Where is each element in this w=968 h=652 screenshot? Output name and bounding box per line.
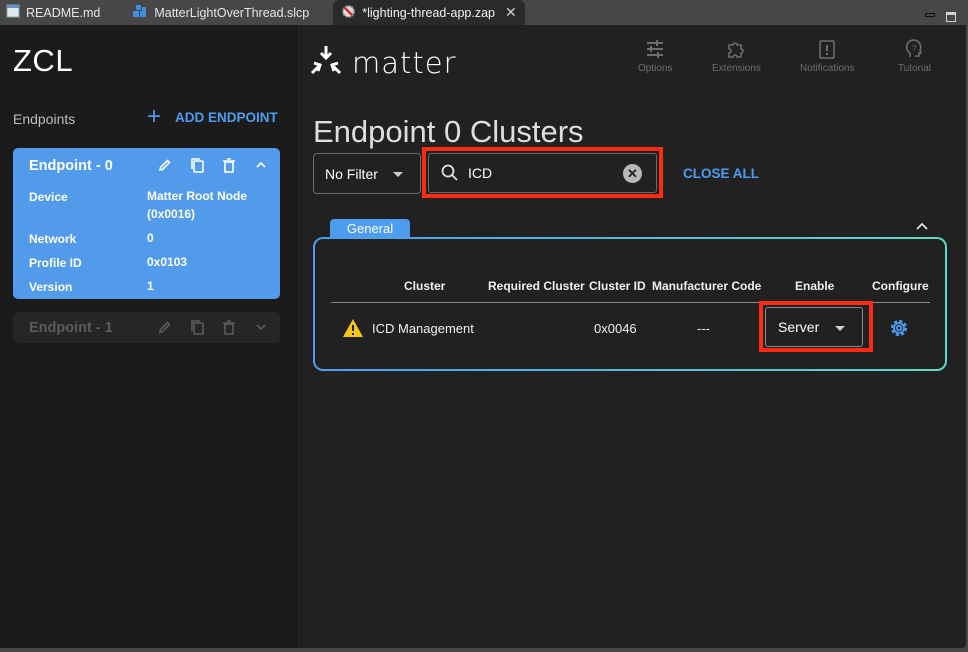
column-header-configure: Configure — [872, 279, 929, 293]
options-label: Options — [638, 63, 673, 74]
document-icon — [6, 4, 20, 21]
notifications-label: Notifications — [800, 63, 855, 74]
sidebar-title: ZCL — [13, 43, 74, 78]
copy-icon[interactable] — [188, 318, 206, 336]
cluster-search-field[interactable]: ✕ — [428, 153, 657, 193]
copy-icon[interactable] — [188, 156, 206, 174]
cluster-table-card: Cluster Required Cluster Cluster ID Manu… — [313, 237, 947, 371]
zap-app: ZCL Endpoints + ADD ENDPOINT Endpoint - … — [0, 25, 966, 648]
blocks-icon — [132, 4, 148, 21]
sliders-icon — [647, 40, 664, 58]
minimize-icon[interactable] — [925, 13, 935, 17]
device-label: Device — [29, 190, 68, 204]
column-header-cluster-id: Cluster ID — [589, 279, 646, 293]
profile-id-value: 0x0103 — [147, 255, 188, 269]
tab-label: MatterLightOverThread.slcp — [154, 5, 310, 20]
delete-icon[interactable] — [220, 156, 238, 174]
device-name: Matter Root Node — [147, 189, 247, 203]
enable-select[interactable]: Server — [765, 307, 863, 347]
help-head-icon: ? — [906, 39, 923, 57]
delete-icon[interactable] — [220, 318, 238, 336]
warning-icon — [342, 318, 364, 343]
cluster-name: ICD Management — [372, 321, 474, 336]
svg-text:?: ? — [912, 44, 917, 53]
tab-slcp[interactable]: MatterLightOverThread.slcp — [126, 0, 321, 25]
tutorial-label: Tutorial — [898, 63, 931, 74]
filter-value: No Filter — [325, 165, 378, 182]
profile-id-label: Profile ID — [29, 256, 82, 270]
extensions-button[interactable]: Extensions — [712, 39, 761, 74]
tutorial-button[interactable]: ? Tutorial — [898, 39, 931, 74]
tab-readme[interactable]: README.md — [0, 0, 112, 25]
column-header-manufacturer: Manufacturer Code — [652, 279, 762, 293]
page-title: Endpoint 0 Clusters — [313, 114, 584, 149]
endpoint-card-0[interactable]: Endpoint - 0 Device Matter Root Node (0x… — [13, 148, 280, 299]
editor-tab-bar: README.md MatterLightOverThread.slcp *li… — [0, 0, 968, 25]
configure-gear-icon[interactable] — [888, 317, 910, 344]
expand-chevron-icon[interactable] — [252, 318, 270, 336]
add-endpoint-label: ADD ENDPOINT — [175, 109, 278, 125]
enable-value: Server — [778, 319, 820, 335]
matter-logo-text: matter — [352, 45, 457, 80]
collapse-chevron-icon[interactable] — [252, 156, 270, 174]
search-input[interactable] — [468, 165, 608, 181]
clear-search-icon[interactable]: ✕ — [623, 164, 642, 183]
endpoints-label: Endpoints — [13, 111, 76, 127]
options-button[interactable]: Options — [638, 39, 672, 74]
matter-logo-icon — [310, 45, 342, 80]
zap-gear-icon — [341, 4, 356, 22]
version-label: Version — [29, 280, 73, 294]
cluster-filter-select[interactable]: No Filter — [313, 153, 421, 194]
maximize-icon[interactable] — [946, 12, 956, 22]
tab-label: README.md — [26, 5, 101, 20]
add-endpoint-button[interactable]: + ADD ENDPOINT — [147, 103, 278, 130]
extensions-label: Extensions — [712, 63, 761, 74]
device-value: Matter Root Node (0x0016) — [147, 187, 247, 223]
collapse-group-icon[interactable] — [915, 218, 929, 236]
network-label: Network — [29, 232, 77, 246]
device-code: (0x0016) — [147, 207, 196, 221]
column-header-enable: Enable — [795, 279, 835, 293]
notifications-button[interactable]: Notifications — [800, 39, 854, 74]
manufacturer-code: --- — [697, 321, 710, 336]
edit-icon[interactable] — [156, 156, 174, 174]
tab-zap[interactable]: *lighting-thread-app.zap ✕ — [333, 0, 525, 25]
close-all-button[interactable]: CLOSE ALL — [683, 166, 759, 181]
endpoint-title: Endpoint - 1 — [29, 320, 113, 336]
alert-clipboard-icon — [819, 40, 836, 59]
dropdown-caret-icon — [835, 326, 845, 331]
plus-icon: + — [147, 103, 162, 130]
puzzle-icon — [728, 42, 745, 58]
endpoint-card-1[interactable]: Endpoint - 1 — [13, 312, 280, 343]
column-header-cluster: Cluster — [404, 279, 446, 293]
tab-label: *lighting-thread-app.zap — [362, 5, 495, 20]
search-icon — [441, 164, 458, 181]
version-value: 1 — [147, 279, 154, 293]
endpoint-title: Endpoint - 0 — [29, 158, 113, 174]
edit-icon[interactable] — [156, 318, 174, 336]
close-tab-icon[interactable]: ✕ — [505, 4, 517, 21]
column-header-required: Required Cluster — [488, 279, 585, 293]
matter-logo: matter — [310, 45, 457, 80]
cluster-id: 0x0046 — [594, 321, 637, 336]
main-panel: matter Options Extensions Notifications … — [298, 25, 966, 648]
cluster-group-tab[interactable]: General — [330, 219, 410, 238]
dropdown-caret-icon — [393, 172, 403, 177]
network-value: 0 — [147, 231, 154, 245]
sidebar: ZCL Endpoints + ADD ENDPOINT Endpoint - … — [0, 25, 297, 648]
